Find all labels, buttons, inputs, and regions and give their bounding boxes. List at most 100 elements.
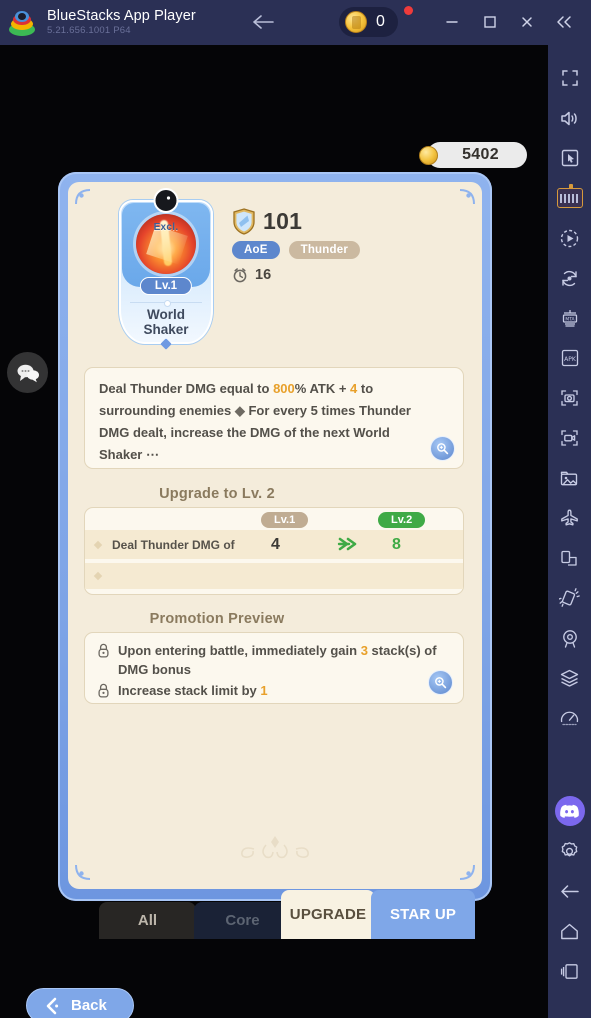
promotion-expand-button[interactable] bbox=[428, 670, 453, 695]
table-row: Deal Thunder DMG of 4 8 bbox=[85, 530, 463, 559]
sidebar-fullscreen-button[interactable] bbox=[548, 61, 591, 95]
emblem-divider bbox=[130, 300, 202, 307]
bluestacks-sidebar: MTA APK bbox=[548, 45, 591, 1018]
row-bullet-icon bbox=[93, 540, 103, 549]
corner-ornament-bottomright bbox=[442, 847, 476, 881]
sidebar-rotate-screen-button[interactable] bbox=[548, 541, 591, 575]
upgrade-col-current: Lv.1 bbox=[261, 512, 309, 528]
promo-0-hl: 3 bbox=[360, 643, 368, 658]
sidebar-screenshot-button[interactable] bbox=[548, 381, 591, 415]
sidebar-shake-device-button[interactable] bbox=[548, 581, 591, 615]
desc-bullet: ◆ bbox=[234, 403, 245, 418]
skill-cooldown: 16 bbox=[232, 267, 360, 283]
upgrade-row-label: Deal Thunder DMG of bbox=[112, 537, 235, 552]
tab-core[interactable]: Core bbox=[194, 902, 291, 939]
game-viewport: 5402 Excl. Lv.1 World Shaker 101 AoE Thu… bbox=[0, 45, 548, 1018]
upgrade-arrow-icon bbox=[337, 535, 363, 558]
skill-description-box: Deal Thunder DMG equal to 800% ATK + 4 t… bbox=[84, 367, 464, 469]
promo-1-pre: Increase stack limit by bbox=[118, 683, 261, 698]
tab-upgrade[interactable]: UPGRADE bbox=[281, 890, 375, 939]
sidebar-discord-button[interactable] bbox=[548, 794, 591, 828]
upgrade-row-next: 8 bbox=[392, 535, 401, 553]
titlebar-coin-counter[interactable]: 0 bbox=[339, 7, 398, 37]
promotion-section-title: Promotion Preview bbox=[149, 611, 285, 627]
upgrade-section-title: Upgrade to Lv. 2 bbox=[159, 486, 275, 502]
back-button[interactable]: Back bbox=[26, 988, 134, 1018]
upgrade-col-next: Lv.2 bbox=[378, 512, 426, 528]
sidebar-android-back-button[interactable] bbox=[548, 874, 591, 908]
sidebar-sync-button[interactable] bbox=[548, 261, 591, 295]
upgrade-row-current: 4 bbox=[271, 535, 280, 553]
skill-name-line1: World bbox=[147, 307, 185, 322]
screen-root: BlueStacks App Player 5.21.656.1001 P64 … bbox=[0, 0, 591, 1018]
skill-tags: AoE Thunder bbox=[232, 241, 361, 259]
desc-line1-pre: Deal Thunder DMG equal to bbox=[99, 381, 274, 396]
sidebar-volume-button[interactable] bbox=[548, 101, 591, 135]
titlebar-coin-value: 0 bbox=[376, 13, 385, 30]
sidebar-location-button[interactable] bbox=[548, 621, 591, 655]
promotion-preview-box: Upon entering battle, immediately gain 3… bbox=[84, 632, 464, 704]
tag-skill-type: AoE bbox=[232, 241, 280, 259]
bluestacks-logo-icon bbox=[9, 10, 35, 36]
app-title: BlueStacks App Player bbox=[47, 7, 196, 24]
close-button[interactable] bbox=[512, 8, 542, 36]
collapse-sidebar-button[interactable] bbox=[549, 8, 579, 36]
row-bullet-icon bbox=[93, 571, 103, 581]
tag-element: Thunder bbox=[288, 241, 361, 259]
discord-icon bbox=[554, 796, 585, 826]
chat-bubble-button[interactable] bbox=[7, 352, 48, 393]
sidebar-install-apk-button[interactable]: APK bbox=[548, 341, 591, 375]
skill-description-text: Deal Thunder DMG equal to 800% ATK + 4 t… bbox=[85, 368, 463, 466]
tab-all[interactable]: All bbox=[99, 902, 196, 939]
titlebar-back-button[interactable] bbox=[248, 8, 278, 36]
promo-0-pre: Upon entering battle, immediately gain bbox=[118, 643, 361, 658]
lock-icon bbox=[98, 643, 109, 658]
desc-ellipsis: ⋯ bbox=[145, 447, 159, 462]
bottom-tab-bar: All Core UPGRADE STAR UP bbox=[99, 890, 479, 942]
list-item: Upon entering battle, immediately gain 3… bbox=[97, 641, 451, 679]
titlebar-text: BlueStacks App Player 5.21.656.1001 P64 bbox=[47, 7, 196, 37]
sidebar-cursor-pointer-button[interactable] bbox=[548, 141, 591, 175]
card-flourish-decoration bbox=[220, 832, 330, 867]
sidebar-layers-button[interactable] bbox=[548, 661, 591, 695]
sidebar-media-manager-button[interactable] bbox=[548, 461, 591, 495]
svg-text:MTA: MTA bbox=[565, 316, 574, 322]
sidebar-android-recents-button[interactable] bbox=[548, 954, 591, 988]
table-row bbox=[85, 563, 463, 589]
sidebar-performance-button[interactable] bbox=[548, 701, 591, 735]
currency-hud[interactable]: 5402 bbox=[419, 142, 527, 168]
minimize-button[interactable] bbox=[437, 8, 467, 36]
list-item: Increase stack limit by 1 bbox=[97, 681, 451, 700]
sidebar-android-home-button[interactable] bbox=[548, 914, 591, 948]
sidebar-macro-button[interactable] bbox=[548, 221, 591, 255]
corner-ornament-topleft bbox=[74, 188, 108, 222]
maximize-button[interactable] bbox=[475, 8, 505, 36]
back-button-label: Back bbox=[71, 997, 107, 1014]
moon-crescent-icon bbox=[153, 188, 179, 213]
chat-bubble-icon bbox=[17, 364, 39, 382]
sidebar-keyboard-controls-button[interactable] bbox=[548, 181, 591, 215]
sidebar-multi-instance-button[interactable]: MTA bbox=[548, 301, 591, 335]
app-version: 5.21.656.1001 P64 bbox=[47, 25, 131, 37]
promotion-line-text: Upon entering battle, immediately gain 3… bbox=[118, 641, 451, 679]
magnifier-icon bbox=[437, 443, 449, 455]
skill-name-line2: Shaker bbox=[143, 322, 189, 337]
sidebar-record-video-button[interactable] bbox=[548, 421, 591, 455]
notification-dot bbox=[404, 6, 413, 15]
description-expand-button[interactable] bbox=[430, 436, 455, 461]
cooldown-clock-icon bbox=[233, 268, 247, 283]
tab-star-up[interactable]: STAR UP bbox=[371, 890, 475, 939]
keyboard-controls-icon bbox=[556, 184, 583, 208]
skill-emblem[interactable]: Excl. Lv.1 World Shaker bbox=[119, 188, 213, 350]
magnifier-icon bbox=[435, 677, 447, 689]
desc-percent: 800 bbox=[273, 381, 295, 396]
sidebar-settings-button[interactable] bbox=[548, 834, 591, 868]
desc-line1-mid: % ATK + bbox=[294, 381, 351, 396]
gold-coin-icon bbox=[419, 145, 438, 165]
corner-ornament-bottomleft bbox=[74, 847, 108, 881]
shield-icon bbox=[233, 208, 255, 235]
sidebar-airplane-mode-button[interactable] bbox=[548, 501, 591, 535]
svg-text:APK: APK bbox=[564, 356, 577, 363]
corner-ornament-topright bbox=[442, 188, 476, 222]
promotion-line-text: Increase stack limit by 1 bbox=[118, 681, 268, 700]
